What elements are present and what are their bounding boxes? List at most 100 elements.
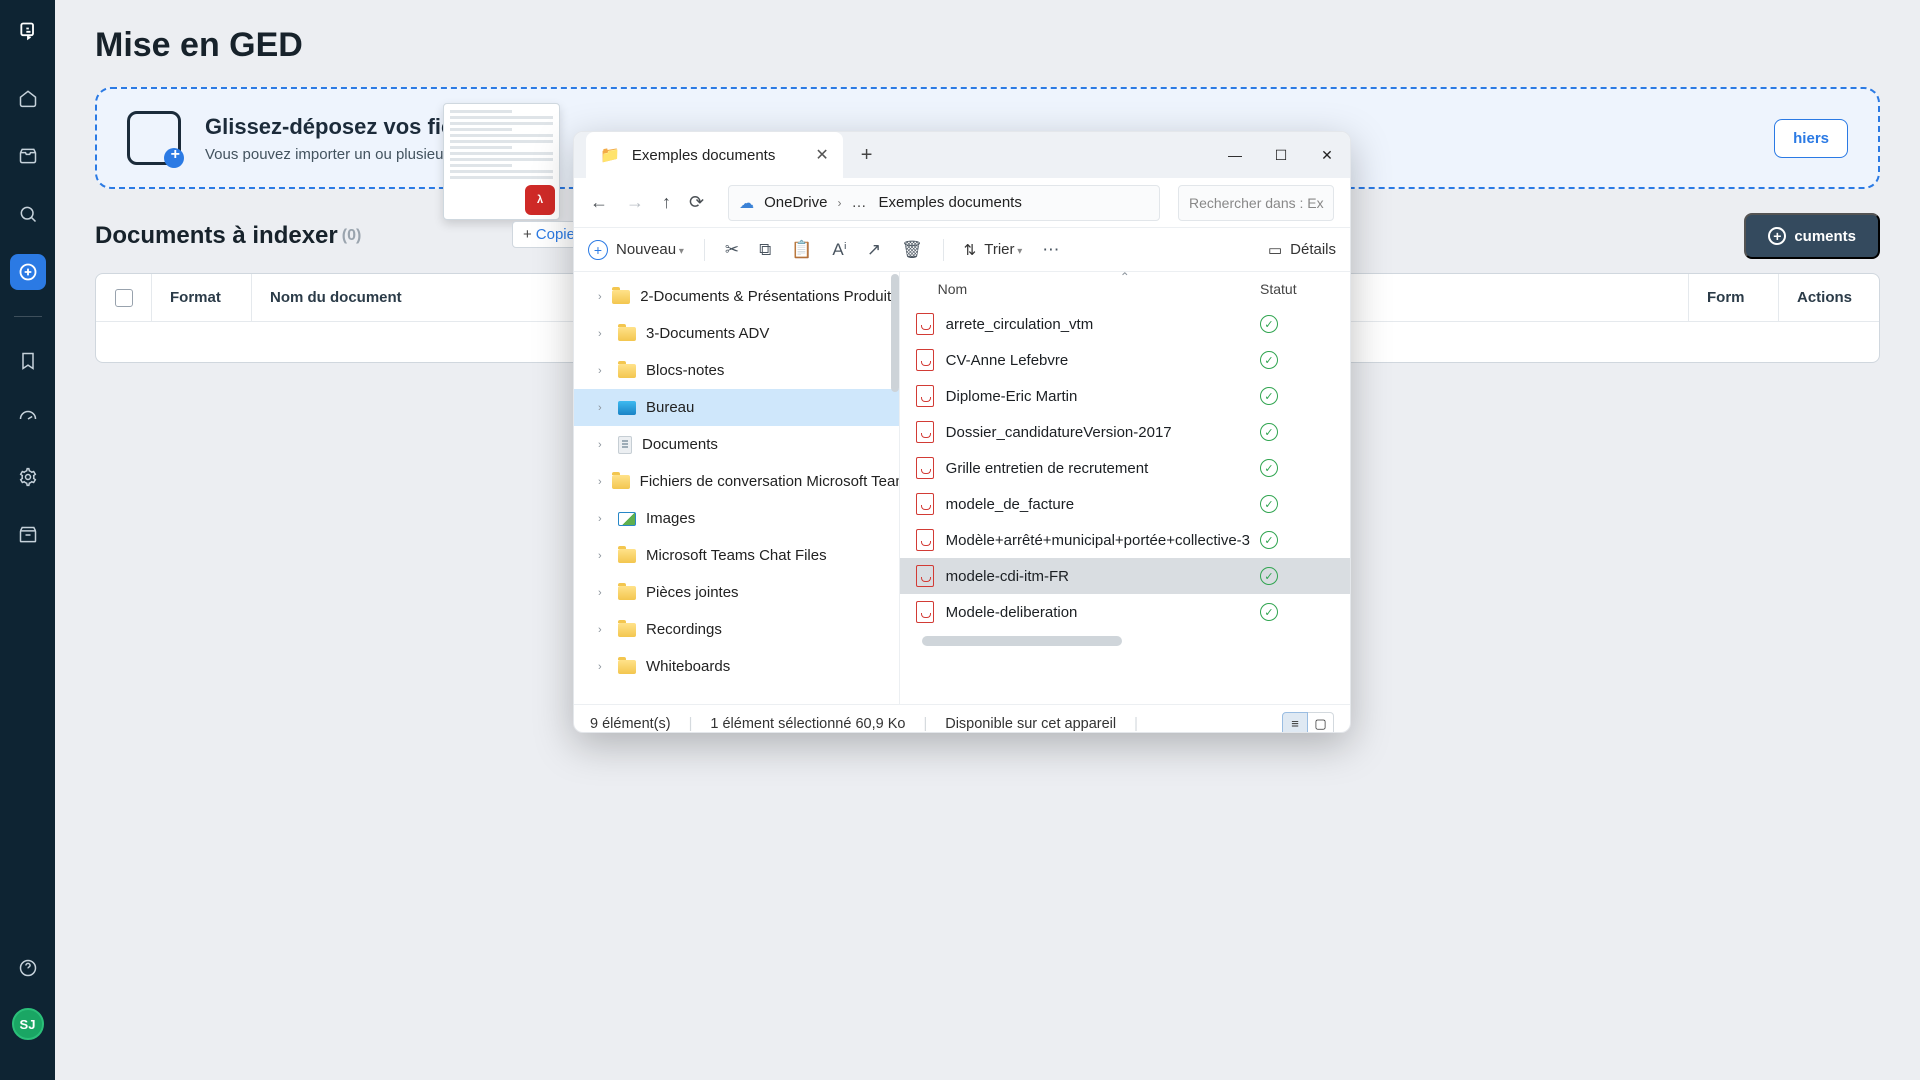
section-title: Documents à indexer	[95, 222, 338, 250]
back-button[interactable]: ←	[590, 192, 608, 213]
tree-item[interactable]: ›Blocs-notes	[574, 352, 899, 389]
file-row[interactable]: Modèle+arrêté+municipal+portée+collectiv…	[900, 522, 1350, 558]
chevron-right-icon: ›	[598, 624, 608, 636]
share-icon[interactable]: ↗	[867, 240, 881, 260]
file-row[interactable]: Dossier_candidatureVersion-2017✓	[900, 414, 1350, 450]
list-view-button[interactable]: ≡	[1282, 712, 1308, 734]
cut-icon[interactable]: ✂	[725, 240, 739, 260]
pdf-icon	[916, 421, 934, 443]
folder-tree[interactable]: ›2-Documents & Présentations Produits›3-…	[574, 272, 899, 704]
folder-icon	[618, 364, 636, 378]
titlebar[interactable]: 📁 Exemples documents ✕ + — ☐ ✕	[574, 132, 1350, 178]
up-button[interactable]: ↑	[662, 192, 671, 213]
rename-icon[interactable]: Aⁱ	[832, 240, 846, 260]
details-label: Détails	[1290, 241, 1336, 258]
breadcrumb-current[interactable]: Exemples documents	[878, 194, 1021, 211]
nav-settings[interactable]	[10, 459, 46, 495]
tree-item[interactable]: ›Fichiers de conversation Microsoft Team…	[574, 463, 899, 500]
status-ok-icon: ✓	[1250, 351, 1328, 369]
tab-close-icon[interactable]: ✕	[815, 145, 828, 165]
pdf-icon	[916, 529, 934, 551]
file-list: ⌃ Nom Statut arrete_circulation_vtm✓CV-A…	[899, 272, 1350, 704]
nav-dashboard[interactable]	[10, 401, 46, 437]
chevron-right-icon: ›	[598, 513, 608, 525]
close-button[interactable]: ✕	[1304, 132, 1350, 178]
tree-item[interactable]: ›Pièces jointes	[574, 574, 899, 611]
user-avatar[interactable]: SJ	[12, 1008, 44, 1040]
folder-icon	[618, 327, 636, 341]
breadcrumb-root[interactable]: OneDrive	[764, 194, 827, 211]
file-row[interactable]: Diplome-Eric Martin✓	[900, 378, 1350, 414]
col-format[interactable]: Format	[152, 274, 252, 321]
new-button[interactable]: + Nouveau	[588, 240, 684, 260]
item-count: 9 élément(s)	[590, 716, 671, 732]
delete-icon[interactable]: 🗑	[901, 240, 923, 260]
maximize-button[interactable]: ☐	[1258, 132, 1304, 178]
chevron-right-icon: ›	[598, 661, 608, 673]
status-ok-icon: ✓	[1250, 603, 1328, 621]
add-documents-label: cuments	[1794, 228, 1856, 245]
copy-icon[interactable]: ⧉	[759, 240, 771, 260]
file-row[interactable]: modele_de_facture✓	[900, 486, 1350, 522]
pdf-icon	[916, 313, 934, 335]
chevron-right-icon: ›	[598, 550, 608, 562]
paste-icon[interactable]: 📋	[791, 240, 812, 260]
col-form2[interactable]: Form	[1689, 274, 1779, 321]
scrollbar-thumb[interactable]	[891, 274, 899, 392]
tree-item[interactable]: ›3-Documents ADV	[574, 315, 899, 352]
details-button[interactable]: ▭ Détails	[1268, 241, 1336, 259]
grid-view-button[interactable]: ▢	[1308, 712, 1334, 734]
explorer-tab[interactable]: 📁 Exemples documents ✕	[586, 132, 843, 178]
nav-bookmark[interactable]	[10, 343, 46, 379]
more-icon[interactable]: ⋯	[1042, 240, 1059, 260]
search-input[interactable]: Rechercher dans : Ex	[1178, 185, 1334, 221]
nav-help[interactable]	[10, 950, 46, 986]
status-ok-icon: ✓	[1250, 567, 1328, 585]
nav-search[interactable]	[10, 196, 46, 232]
tree-item[interactable]: ›Whiteboards	[574, 648, 899, 685]
chevron-right-icon: ›	[598, 476, 602, 488]
minimize-button[interactable]: —	[1212, 132, 1258, 178]
refresh-button[interactable]: ⟳	[689, 192, 704, 213]
file-row[interactable]: Modele-deliberation✓	[900, 594, 1350, 630]
tree-item[interactable]: ›Microsoft Teams Chat Files	[574, 537, 899, 574]
file-row[interactable]: arrete_circulation_vtm✓	[900, 306, 1350, 342]
nav-home[interactable]	[10, 80, 46, 116]
address-bar[interactable]: ☁ OneDrive › … Exemples documents	[728, 185, 1160, 221]
status-ok-icon: ✓	[1250, 531, 1328, 549]
add-documents-button[interactable]: + cuments	[1744, 213, 1880, 259]
cloud-icon: ☁	[739, 194, 754, 212]
tree-item[interactable]: ›Documents	[574, 426, 899, 463]
tree-item[interactable]: ›2-Documents & Présentations Produits	[574, 278, 899, 315]
nav-archive[interactable]	[10, 517, 46, 553]
scrollbar-thumb[interactable]	[922, 636, 1122, 646]
breadcrumb-ellipsis[interactable]: …	[851, 194, 868, 211]
horizontal-scrollbar[interactable]	[916, 636, 1334, 648]
selection-info: 1 élément sélectionné 60,9 Ko	[710, 716, 905, 732]
browse-files-button[interactable]: hiers	[1774, 119, 1848, 158]
file-rows: arrete_circulation_vtm✓CV-Anne Lefebvre✓…	[900, 306, 1350, 630]
section-count: (0)	[342, 227, 362, 245]
availability-info: Disponible sur cet appareil	[945, 716, 1116, 732]
forward-button[interactable]: →	[626, 192, 644, 213]
file-row[interactable]: modele-cdi-itm-FR✓	[900, 558, 1350, 594]
sort-button[interactable]: ⇅ Trier	[964, 241, 1023, 259]
new-tab-button[interactable]: +	[861, 144, 873, 167]
file-name: arrete_circulation_vtm	[946, 316, 1250, 333]
file-row[interactable]: Grille entretien de recrutement✓	[900, 450, 1350, 486]
col-status-header[interactable]: Statut	[1250, 281, 1328, 297]
tree-item[interactable]: ›Images	[574, 500, 899, 537]
tree-item[interactable]: ›Bureau	[574, 389, 899, 426]
nav-add[interactable]	[10, 254, 46, 290]
col-name-header[interactable]: Nom	[938, 281, 1250, 297]
file-name: CV-Anne Lefebvre	[946, 352, 1250, 369]
tree-item[interactable]: ›Recordings	[574, 611, 899, 648]
nav-inbox[interactable]	[10, 138, 46, 174]
select-all-cell[interactable]	[96, 274, 152, 321]
folder-icon	[618, 549, 636, 563]
file-row[interactable]: CV-Anne Lefebvre✓	[900, 342, 1350, 378]
col-actions: Actions	[1779, 274, 1879, 321]
file-name: Diplome-Eric Martin	[946, 388, 1250, 405]
folder-icon	[618, 660, 636, 674]
file-name: Grille entretien de recrutement	[946, 460, 1250, 477]
